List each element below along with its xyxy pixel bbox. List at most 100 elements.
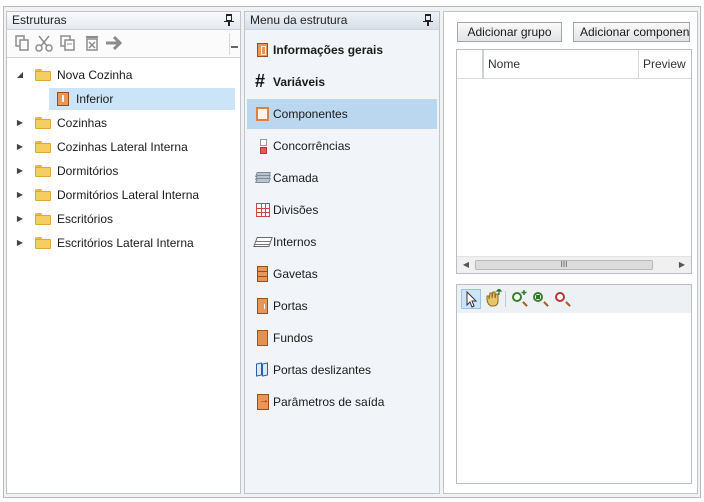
- tree-node-dormitorios[interactable]: ▶ Dormitórios: [7, 160, 237, 182]
- menu-item-label: Fundos: [273, 331, 314, 345]
- folder-icon: [35, 117, 51, 129]
- components-panel: Adicionar grupo Adicionar componente Nom…: [443, 11, 698, 494]
- hash-icon: #: [255, 71, 266, 91]
- menu-item-label: Portas deslizantes: [273, 363, 372, 377]
- back-panel-icon: [255, 330, 271, 346]
- drawer-icon: [255, 266, 271, 282]
- scroll-left-icon[interactable]: ◀: [459, 257, 473, 273]
- menu-item-label: Informações gerais: [273, 43, 384, 57]
- tree-node-cozinhas[interactable]: ▶ Cozinhas: [7, 112, 237, 134]
- tree-node-nova-cozinha[interactable]: ◢ Nova Cozinha: [7, 64, 237, 86]
- structures-panel-header: Estruturas: [7, 12, 240, 30]
- menu-item-label: Componentes: [273, 107, 348, 121]
- menu-item-label: Concorrências: [273, 139, 351, 153]
- tree-node-label: Inferior: [76, 92, 114, 106]
- expand-triangle-icon[interactable]: ▶: [15, 112, 25, 134]
- zoom-in-icon[interactable]: [509, 289, 529, 309]
- menu-item-gavetas[interactable]: Gavetas: [247, 259, 437, 289]
- tree-node-label: Cozinhas Lateral Interna: [57, 140, 188, 154]
- structures-panel: Estruturas ◢ Nova Cozinha Inferior ▶ Coz…: [6, 11, 241, 494]
- copy-icon[interactable]: [13, 35, 31, 53]
- zoom-fit-icon[interactable]: [530, 289, 550, 309]
- menu-item-componentes[interactable]: Componentes: [247, 99, 437, 129]
- column-header-preview[interactable]: Preview: [638, 50, 691, 79]
- paste-icon[interactable]: [59, 35, 77, 53]
- menu-item-fundos[interactable]: Fundos: [247, 323, 437, 353]
- toolbar-overflow-icon[interactable]: [229, 33, 238, 55]
- menu-item-parametros-de-saida[interactable]: Parâmetros de saída: [247, 387, 437, 417]
- tree-node-dormitorios-lateral-interna[interactable]: ▶ Dormitórios Lateral Interna: [7, 184, 237, 206]
- expand-triangle-icon[interactable]: ▶: [15, 160, 25, 182]
- menu-item-informacoes-gerais[interactable]: Informações gerais: [247, 35, 437, 65]
- menu-item-label: Internos: [273, 235, 317, 249]
- menu-item-internos[interactable]: Internos: [247, 227, 437, 257]
- menu-item-camada[interactable]: Camada: [247, 163, 437, 193]
- horizontal-scrollbar[interactable]: ◀ III ▶: [457, 256, 691, 273]
- menu-item-label: Portas: [273, 299, 308, 313]
- menu-item-portas-deslizantes[interactable]: Portas deslizantes: [247, 355, 437, 385]
- expand-triangle-icon[interactable]: ▶: [15, 136, 25, 158]
- pan-hand-icon[interactable]: [483, 288, 503, 309]
- cabinet-icon: [255, 42, 271, 58]
- move-arrow-icon[interactable]: [105, 35, 123, 53]
- tree-node-label: Dormitórios Lateral Interna: [57, 188, 200, 202]
- menu-item-label: Camada: [273, 171, 319, 185]
- output-params-icon: [255, 394, 271, 410]
- tree-node-label: Cozinhas: [57, 116, 108, 130]
- divisions-icon: [255, 202, 271, 218]
- folder-icon: [35, 69, 51, 81]
- scroll-right-icon[interactable]: ▶: [675, 257, 689, 273]
- folder-icon: [35, 213, 51, 225]
- add-group-button[interactable]: Adicionar grupo: [457, 22, 562, 42]
- menu-item-divisoes[interactable]: Divisões: [247, 195, 437, 225]
- expand-triangle-icon[interactable]: ▶: [15, 208, 25, 230]
- scroll-thumb[interactable]: III: [475, 260, 653, 270]
- components-grid: Nome Preview ◀ III ▶: [456, 49, 692, 274]
- folder-icon: [35, 237, 51, 249]
- menu-item-label: Gavetas: [273, 267, 318, 281]
- folder-icon: [35, 165, 51, 177]
- tree-node-label: Escritórios Lateral Interna: [57, 236, 194, 250]
- tree-node-escritorios[interactable]: ▶ Escritórios: [7, 208, 237, 230]
- zoom-reset-icon[interactable]: [552, 289, 572, 309]
- cut-icon[interactable]: [35, 35, 53, 53]
- tree-node-label: Escritórios: [57, 212, 114, 226]
- tree-node-escritorios-lateral-interna[interactable]: ▶ Escritórios Lateral Interna: [7, 232, 237, 254]
- preview-toolbar: [457, 285, 691, 313]
- menu-item-label: Parâmetros de saída: [273, 395, 385, 409]
- menu-item-label: Variáveis: [273, 75, 326, 89]
- menu-item-variaveis[interactable]: # Variáveis: [247, 67, 437, 97]
- tree-node-inferior[interactable]: Inferior: [7, 88, 237, 110]
- row-selector-header: [457, 50, 484, 79]
- component-icon: [255, 106, 271, 122]
- menu-item-label: Divisões: [273, 203, 319, 217]
- concurrency-icon: [255, 138, 271, 154]
- grid-header: Nome Preview: [457, 50, 691, 79]
- delete-icon[interactable]: [83, 35, 101, 53]
- expand-triangle-icon[interactable]: ▶: [15, 232, 25, 254]
- tree-node-label: Dormitórios: [57, 164, 119, 178]
- folder-icon: [35, 189, 51, 201]
- select-cursor-icon[interactable]: [461, 289, 481, 309]
- menu-item-portas[interactable]: Portas: [247, 291, 437, 321]
- add-component-button[interactable]: Adicionar componente: [573, 22, 690, 42]
- tree-node-cozinhas-lateral-interna[interactable]: ▶ Cozinhas Lateral Interna: [7, 136, 237, 158]
- menu-item-concorrencias[interactable]: Concorrências: [247, 131, 437, 161]
- structures-panel-title: Estruturas: [12, 13, 67, 27]
- door-icon: [255, 298, 271, 314]
- cabinet-icon: [57, 92, 69, 106]
- pin-icon[interactable]: [224, 13, 234, 27]
- preview-viewport[interactable]: [456, 284, 692, 484]
- internal-icon: [253, 234, 273, 250]
- layer-icon: [255, 170, 271, 186]
- structure-menu-panel: Menu da estrutura Informações gerais # V…: [244, 11, 440, 494]
- pin-icon[interactable]: [423, 13, 433, 27]
- structure-menu-title: Menu da estrutura: [250, 13, 348, 27]
- tree-node-label: Nova Cozinha: [57, 68, 133, 82]
- folder-icon: [35, 141, 51, 153]
- column-header-nome[interactable]: Nome: [488, 50, 638, 79]
- structure-menu-header: Menu da estrutura: [245, 12, 439, 30]
- expand-triangle-icon[interactable]: ▶: [15, 184, 25, 206]
- structures-toolbar: [7, 30, 240, 58]
- collapse-triangle-icon[interactable]: ◢: [15, 64, 25, 86]
